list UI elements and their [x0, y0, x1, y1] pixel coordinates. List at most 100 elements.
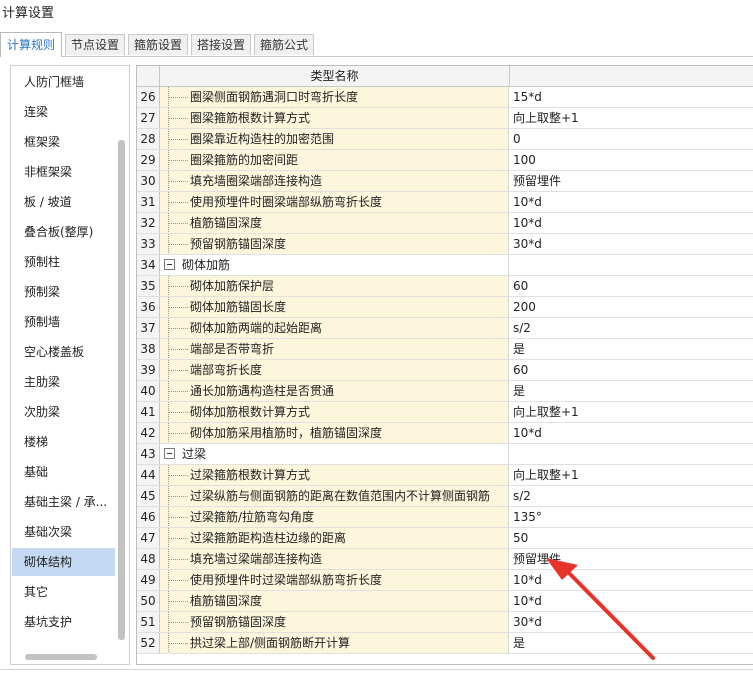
value-cell[interactable]: 10*d	[510, 591, 753, 611]
grid-header: 类型名称	[137, 66, 753, 87]
value-cell[interactable]: 向上取整+1	[510, 465, 753, 485]
value-cell[interactable]: 200	[510, 297, 753, 317]
name-cell: 圈梁箍筋的加密间距	[160, 150, 509, 170]
sidebar-item[interactable]: 预制墙	[12, 308, 115, 336]
collapse-icon[interactable]	[164, 448, 175, 459]
value-cell[interactable]: 0	[510, 129, 753, 149]
sidebar-item[interactable]: 主肋梁	[12, 368, 115, 396]
value-cell[interactable]: 100	[510, 150, 753, 170]
row-label: 砌体加筋保护层	[190, 279, 275, 293]
table-row[interactable]: 37 砌体加筋两端的起始距离 s/2	[137, 318, 753, 339]
value-cell[interactable]: 60	[510, 360, 753, 380]
name-cell: 过梁箍筋/拉筋弯勾角度	[160, 507, 509, 527]
table-row[interactable]: 41 砌体加筋根数计算方式 向上取整+1	[137, 402, 753, 423]
sidebar-item[interactable]: 基础次梁	[12, 518, 115, 546]
table-row[interactable]: 33 预留钢筋锚固深度 30*d	[137, 234, 753, 255]
sidebar-item[interactable]: 预制梁	[12, 278, 115, 306]
tab-node-settings[interactable]: 节点设置	[65, 34, 125, 55]
table-row[interactable]: 30 填充墙圈梁端部连接构造 预留埋件	[137, 171, 753, 192]
value-cell[interactable]: 向上取整+1	[510, 108, 753, 128]
column-header-value[interactable]	[510, 66, 753, 86]
tree-line-icon	[168, 234, 188, 254]
sidebar-item[interactable]: 叠合板(整厚)	[12, 218, 115, 246]
table-row[interactable]: 32 植筋锚固深度 10*d	[137, 213, 753, 234]
value-cell[interactable]: 是	[510, 381, 753, 401]
value-cell[interactable]: 预留埋件	[510, 171, 753, 191]
table-row[interactable]: 49 使用预埋件时过梁端部纵筋弯折长度 10*d	[137, 570, 753, 591]
tab-stirrup-formula[interactable]: 箍筋公式	[254, 34, 314, 55]
name-cell: 拱过梁上部/侧面钢筋断开计算	[160, 633, 509, 653]
tab-stirrup-settings[interactable]: 箍筋设置	[128, 34, 188, 55]
table-row[interactable]: 45 过梁纵筋与侧面钢筋的距离在数值范围内不计算侧面钢筋 s/2	[137, 486, 753, 507]
table-row[interactable]: 46 过梁箍筋/拉筋弯勾角度 135°	[137, 507, 753, 528]
value-cell[interactable]: 预留埋件	[510, 549, 753, 569]
sidebar-item[interactable]: 基础	[12, 458, 115, 486]
sidebar-item[interactable]: 板 / 坡道	[12, 188, 115, 216]
table-row[interactable]: 36 砌体加筋锚固长度 200	[137, 297, 753, 318]
row-label: 砌体加筋两端的起始距离	[190, 321, 323, 335]
sidebar-item[interactable]: 人防门框墙	[12, 68, 115, 96]
name-cell: 圈梁箍筋根数计算方式	[160, 108, 509, 128]
row-number: 28	[137, 129, 160, 149]
value-cell[interactable]: 是	[510, 339, 753, 359]
sidebar-item[interactable]: 框架梁	[12, 128, 115, 156]
sidebar-item[interactable]: 非框架梁	[12, 158, 115, 186]
tab-calc-rules[interactable]: 计算规则	[0, 32, 62, 57]
value-cell[interactable]: 15*d	[510, 87, 753, 107]
value-cell[interactable]: 向上取整+1	[510, 402, 753, 422]
tree-line-icon	[168, 423, 188, 443]
value-cell[interactable]: 10*d	[510, 570, 753, 590]
table-row[interactable]: 39 端部弯折长度 60	[137, 360, 753, 381]
row-label: 使用预埋件时过梁端部纵筋弯折长度	[190, 573, 383, 587]
table-row[interactable]: 26 圈梁侧面钢筋遇洞口时弯折长度 15*d	[137, 87, 753, 108]
value-cell[interactable]: 是	[510, 633, 753, 653]
table-row[interactable]: 48 填充墙过梁端部连接构造 预留埋件	[137, 549, 753, 570]
value-cell[interactable]: 10*d	[510, 423, 753, 443]
table-row[interactable]: 35 砌体加筋保护层 60	[137, 276, 753, 297]
sidebar-item[interactable]: 楼梯	[12, 428, 115, 456]
sidebar-item[interactable]: 砌体结构	[12, 548, 115, 576]
table-row[interactable]: 50 植筋锚固深度 10*d	[137, 591, 753, 612]
collapse-icon[interactable]	[164, 259, 175, 270]
value-cell[interactable]: 10*d	[510, 192, 753, 212]
sidebar-item[interactable]: 其它	[12, 578, 115, 606]
tree-line-icon	[168, 591, 188, 611]
tab-lap-settings[interactable]: 搭接设置	[191, 34, 251, 55]
table-row[interactable]: 31 使用预埋件时圈梁端部纵筋弯折长度 10*d	[137, 192, 753, 213]
table-row[interactable]: 28 圈梁靠近构造柱的加密范围 0	[137, 129, 753, 150]
table-row[interactable]: 29 圈梁箍筋的加密间距 100	[137, 150, 753, 171]
column-header-type-name[interactable]: 类型名称	[160, 66, 510, 86]
table-row[interactable]: 47 过梁箍筋距构造柱边缘的距离 50	[137, 528, 753, 549]
sidebar-item[interactable]: 空心楼盖板	[12, 338, 115, 366]
table-row[interactable]: 40 通长加筋遇构造柱是否贯通 是	[137, 381, 753, 402]
table-row[interactable]: 52 拱过梁上部/侧面钢筋断开计算 是	[137, 633, 753, 654]
row-label: 预留钢筋锚固深度	[190, 237, 287, 251]
sidebar-vertical-scrollbar[interactable]	[118, 140, 125, 640]
group-row[interactable]: 34 砌体加筋	[137, 255, 753, 276]
value-cell[interactable]: s/2	[510, 318, 753, 338]
value-cell[interactable]: 10*d	[510, 213, 753, 233]
value-cell[interactable]	[510, 444, 753, 464]
table-row[interactable]: 38 端部是否带弯折 是	[137, 339, 753, 360]
table-row[interactable]: 44 过梁箍筋根数计算方式 向上取整+1	[137, 465, 753, 486]
table-row[interactable]: 51 预留钢筋锚固深度 30*d	[137, 612, 753, 633]
table-row[interactable]: 42 砌体加筋采用植筋时，植筋锚固深度 10*d	[137, 423, 753, 444]
row-number: 51	[137, 612, 160, 632]
value-cell[interactable]: 30*d	[510, 612, 753, 632]
row-number: 39	[137, 360, 160, 380]
sidebar-item[interactable]: 预制柱	[12, 248, 115, 276]
sidebar-horizontal-scrollbar[interactable]	[25, 654, 97, 660]
table-row[interactable]: 27 圈梁箍筋根数计算方式 向上取整+1	[137, 108, 753, 129]
value-cell[interactable]: 135°	[510, 507, 753, 527]
sidebar-item[interactable]: 连梁	[12, 98, 115, 126]
sidebar-item[interactable]: 基础主梁 / 承...	[12, 488, 115, 516]
value-cell[interactable]: s/2	[510, 486, 753, 506]
sidebar-item[interactable]: 次肋梁	[12, 398, 115, 426]
group-row[interactable]: 43 过梁	[137, 444, 753, 465]
tree-line-icon	[168, 276, 188, 296]
value-cell[interactable]: 50	[510, 528, 753, 548]
sidebar-item[interactable]: 基坑支护	[12, 608, 115, 636]
value-cell[interactable]: 60	[510, 276, 753, 296]
value-cell[interactable]: 30*d	[510, 234, 753, 254]
value-cell[interactable]	[510, 255, 753, 275]
